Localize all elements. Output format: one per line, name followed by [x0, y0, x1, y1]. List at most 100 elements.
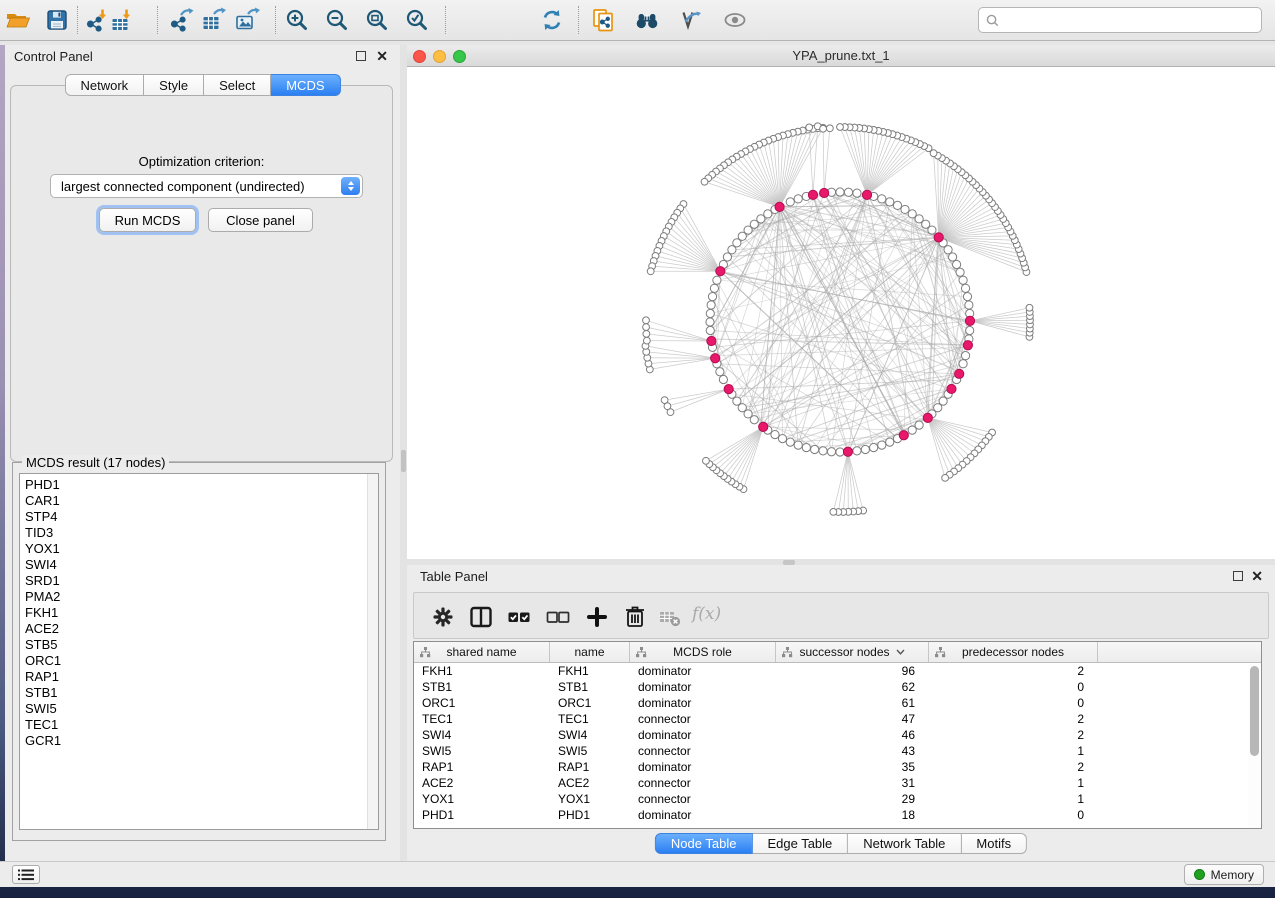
mcds-hub-node[interactable]: [862, 190, 871, 199]
close-panel-icon[interactable]: ✕: [376, 51, 388, 61]
table-row[interactable]: STB1STB1dominator620: [414, 679, 1261, 695]
mcds-result-item[interactable]: SRD1: [25, 573, 378, 589]
zoom-fit-icon[interactable]: [364, 7, 390, 33]
network-node[interactable]: [707, 301, 715, 309]
network-node[interactable]: [794, 441, 802, 449]
table-row[interactable]: SWI4SWI4dominator462: [414, 727, 1261, 743]
mcds-list-scrollbar[interactable]: [367, 474, 378, 829]
network-node[interactable]: [778, 434, 786, 442]
close-panel-icon[interactable]: ✕: [1251, 571, 1263, 581]
network-leaf-node[interactable]: [1026, 304, 1033, 311]
network-node[interactable]: [764, 210, 772, 218]
network-leaf-node[interactable]: [701, 178, 708, 185]
network-node[interactable]: [948, 253, 956, 261]
export-table-icon[interactable]: [200, 7, 226, 33]
network-node[interactable]: [710, 284, 718, 292]
float-panel-icon[interactable]: [356, 51, 366, 61]
mcds-result-item[interactable]: TID3: [25, 525, 378, 541]
zoom-out-icon[interactable]: [324, 7, 350, 33]
mcds-hub-node[interactable]: [759, 422, 768, 431]
tab-edge-table[interactable]: Edge Table: [752, 833, 848, 854]
mcds-hub-node[interactable]: [923, 413, 932, 422]
mcds-hub-node[interactable]: [724, 385, 733, 394]
table-row[interactable]: SWI5SWI5connector431: [414, 743, 1261, 759]
splitter-grip[interactable]: [401, 450, 406, 472]
network-node[interactable]: [961, 352, 969, 360]
network-node[interactable]: [708, 293, 716, 301]
network-node[interactable]: [959, 360, 967, 368]
search-text-field[interactable]: [1000, 13, 1261, 28]
network-node[interactable]: [802, 443, 810, 451]
tab-mcds[interactable]: MCDS: [271, 74, 340, 96]
column-header-shared-name[interactable]: shared name: [414, 642, 550, 662]
mcds-hub-node[interactable]: [707, 336, 716, 345]
network-node[interactable]: [706, 309, 714, 317]
network-node[interactable]: [928, 226, 936, 234]
network-node[interactable]: [878, 195, 886, 203]
mcds-result-item[interactable]: STB1: [25, 685, 378, 701]
tab-node-table[interactable]: Node Table: [655, 833, 753, 854]
network-node[interactable]: [853, 189, 861, 197]
mcds-result-item[interactable]: CAR1: [25, 493, 378, 509]
table-row[interactable]: TEC1TEC1connector472: [414, 711, 1261, 727]
network-node[interactable]: [870, 443, 878, 451]
network-node[interactable]: [786, 438, 794, 446]
mcds-hub-node[interactable]: [820, 188, 829, 197]
network-node[interactable]: [965, 301, 973, 309]
network-canvas[interactable]: [407, 67, 1275, 559]
network-node[interactable]: [844, 188, 852, 196]
network-node[interactable]: [836, 188, 844, 196]
network-leaf-node[interactable]: [930, 150, 937, 157]
scrollbar-thumb[interactable]: [1250, 666, 1259, 756]
mcds-hub-node[interactable]: [843, 447, 852, 456]
mcds-hub-node[interactable]: [955, 369, 964, 378]
save-session-icon[interactable]: [44, 7, 70, 33]
tab-network-table[interactable]: Network Table: [848, 833, 961, 854]
network-node[interactable]: [723, 253, 731, 261]
network-node[interactable]: [966, 326, 974, 334]
network-leaf-node[interactable]: [643, 337, 650, 344]
network-node[interactable]: [956, 268, 964, 276]
mcds-hub-node[interactable]: [808, 190, 817, 199]
table-row[interactable]: ORC1ORC1dominator610: [414, 695, 1261, 711]
network-node[interactable]: [944, 246, 952, 254]
import-network-icon[interactable]: [85, 7, 111, 33]
network-node[interactable]: [861, 445, 869, 453]
delete-column-icon[interactable]: [622, 604, 648, 630]
mcds-result-item[interactable]: PMA2: [25, 589, 378, 605]
network-node[interactable]: [961, 284, 969, 292]
network-node[interactable]: [827, 448, 835, 456]
gear-icon[interactable]: [430, 604, 456, 630]
mcds-result-item[interactable]: SWI4: [25, 557, 378, 573]
network-node[interactable]: [963, 293, 971, 301]
mcds-result-item[interactable]: ORC1: [25, 653, 378, 669]
tab-select[interactable]: Select: [204, 74, 271, 96]
network-leaf-node[interactable]: [830, 508, 837, 515]
search-network-icon[interactable]: [634, 7, 660, 33]
network-node[interactable]: [853, 447, 861, 455]
network-node[interactable]: [878, 441, 886, 449]
close-panel-button[interactable]: Close panel: [208, 208, 313, 232]
network-node[interactable]: [893, 201, 901, 209]
refresh-icon[interactable]: [539, 7, 565, 33]
network-leaf-node[interactable]: [661, 397, 668, 404]
task-history-button[interactable]: [12, 865, 40, 884]
network-node[interactable]: [901, 205, 909, 213]
network-node[interactable]: [811, 445, 819, 453]
apply-style-icon[interactable]: [678, 7, 704, 33]
network-leaf-node[interactable]: [643, 324, 650, 331]
mcds-hub-node[interactable]: [947, 384, 956, 393]
network-leaf-node[interactable]: [643, 330, 650, 337]
network-leaf-node[interactable]: [703, 457, 710, 464]
network-node[interactable]: [819, 447, 827, 455]
mcds-result-list[interactable]: PHD1CAR1STP4TID3YOX1SWI4SRD1PMA2FKH1ACE2…: [19, 473, 379, 830]
network-node[interactable]: [794, 195, 802, 203]
network-node[interactable]: [908, 426, 916, 434]
criterion-dropdown[interactable]: largest connected component (undirected): [50, 174, 363, 198]
mcds-hub-node[interactable]: [716, 267, 725, 276]
export-network-icon[interactable]: [169, 7, 195, 33]
select-all-icon[interactable]: [506, 604, 532, 630]
deselect-all-icon[interactable]: [545, 604, 571, 630]
table-row[interactable]: PHD1PHD1dominator180: [414, 807, 1261, 823]
mcds-hub-node[interactable]: [711, 354, 720, 363]
